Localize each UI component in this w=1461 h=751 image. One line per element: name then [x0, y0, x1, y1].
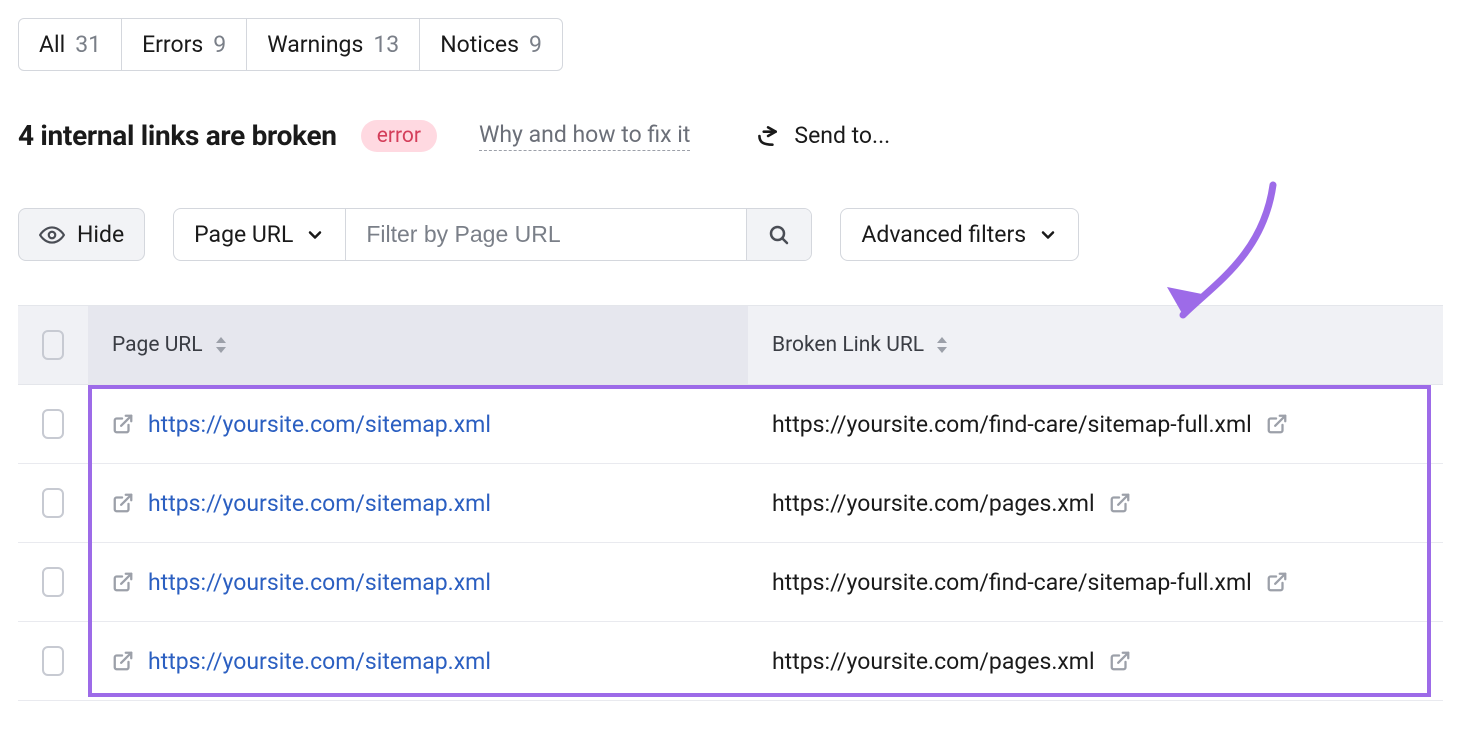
select-all-checkbox[interactable] [42, 330, 64, 360]
help-link[interactable]: Why and how to fix it [479, 121, 690, 151]
external-link-icon[interactable] [112, 413, 134, 435]
advanced-filters-button[interactable]: Advanced filters [840, 208, 1079, 261]
hide-button[interactable]: Hide [18, 208, 145, 261]
page-url-link[interactable]: https://yoursite.com/sitemap.xml [148, 490, 491, 517]
filter-input[interactable] [366, 221, 726, 248]
filter-input-group: Page URL [173, 208, 812, 261]
page-title: 4 internal links are broken [18, 119, 337, 152]
tab-label: Notices [440, 31, 519, 58]
chevron-down-icon [1038, 225, 1058, 245]
error-badge: error [361, 120, 437, 152]
send-to-label: Send to... [794, 122, 890, 149]
pageurl-dropdown[interactable]: Page URL [174, 209, 346, 260]
filter-input-wrap [346, 209, 747, 260]
eye-icon [39, 222, 65, 248]
broken-url-text: https://yoursite.com/find-care/sitemap-f… [772, 569, 1252, 596]
external-link-icon[interactable] [1266, 413, 1288, 435]
broken-url-text: https://yoursite.com/pages.xml [772, 648, 1095, 675]
external-link-icon[interactable] [1109, 492, 1131, 514]
chevron-down-icon [305, 225, 325, 245]
column-brokenurl[interactable]: Broken Link URL [748, 306, 1443, 384]
column-label: Page URL [112, 333, 203, 357]
select-all-cell [18, 306, 88, 384]
title-row: 4 internal links are broken error Why an… [18, 119, 1443, 152]
hide-label: Hide [77, 221, 124, 248]
column-pageurl[interactable]: Page URL [88, 306, 748, 384]
table-row: https://yoursite.com/sitemap.xml https:/… [18, 622, 1443, 701]
table-row: https://yoursite.com/sitemap.xml https:/… [18, 543, 1443, 622]
sort-icon [213, 335, 229, 355]
tab-notices[interactable]: Notices 9 [420, 19, 562, 70]
tab-count: 9 [213, 31, 226, 58]
external-link-icon[interactable] [1266, 571, 1288, 593]
tab-errors[interactable]: Errors 9 [122, 19, 247, 70]
table-row: https://yoursite.com/sitemap.xml https:/… [18, 464, 1443, 543]
broken-url-text: https://yoursite.com/pages.xml [772, 490, 1095, 517]
row-checkbox[interactable] [42, 646, 64, 676]
send-to-button[interactable]: Send to... [754, 122, 890, 149]
tab-warnings[interactable]: Warnings 13 [247, 19, 420, 70]
external-link-icon[interactable] [1109, 650, 1131, 672]
external-link-icon[interactable] [112, 650, 134, 672]
tab-count: 9 [529, 31, 542, 58]
external-link-icon[interactable] [112, 492, 134, 514]
share-arrow-icon [754, 123, 780, 149]
page-url-link[interactable]: https://yoursite.com/sitemap.xml [148, 569, 491, 596]
external-link-icon[interactable] [112, 571, 134, 593]
tab-label: Errors [142, 31, 203, 58]
table-row: https://yoursite.com/sitemap.xml https:/… [18, 385, 1443, 464]
tab-label: All [39, 31, 65, 58]
tab-count: 13 [373, 31, 399, 58]
row-checkbox[interactable] [42, 488, 64, 518]
sort-icon [934, 335, 950, 355]
page-url-link[interactable]: https://yoursite.com/sitemap.xml [148, 411, 491, 438]
broken-url-text: https://yoursite.com/find-care/sitemap-f… [772, 411, 1252, 438]
tab-all[interactable]: All 31 [19, 19, 122, 70]
tab-count: 31 [75, 31, 101, 58]
search-button[interactable] [747, 209, 811, 260]
tab-label: Warnings [267, 31, 363, 58]
row-checkbox[interactable] [42, 567, 64, 597]
results-table: Page URL Broken Link URL https://yoursit… [18, 305, 1443, 701]
search-icon [767, 223, 791, 247]
row-checkbox[interactable] [42, 409, 64, 439]
column-label: Broken Link URL [772, 333, 924, 357]
page-url-link[interactable]: https://yoursite.com/sitemap.xml [148, 648, 491, 675]
pageurl-dropdown-label: Page URL [194, 221, 293, 248]
filter-tabs: All 31 Errors 9 Warnings 13 Notices 9 [18, 18, 563, 71]
annotation-arrow [1143, 175, 1283, 355]
advanced-filters-label: Advanced filters [861, 221, 1026, 248]
